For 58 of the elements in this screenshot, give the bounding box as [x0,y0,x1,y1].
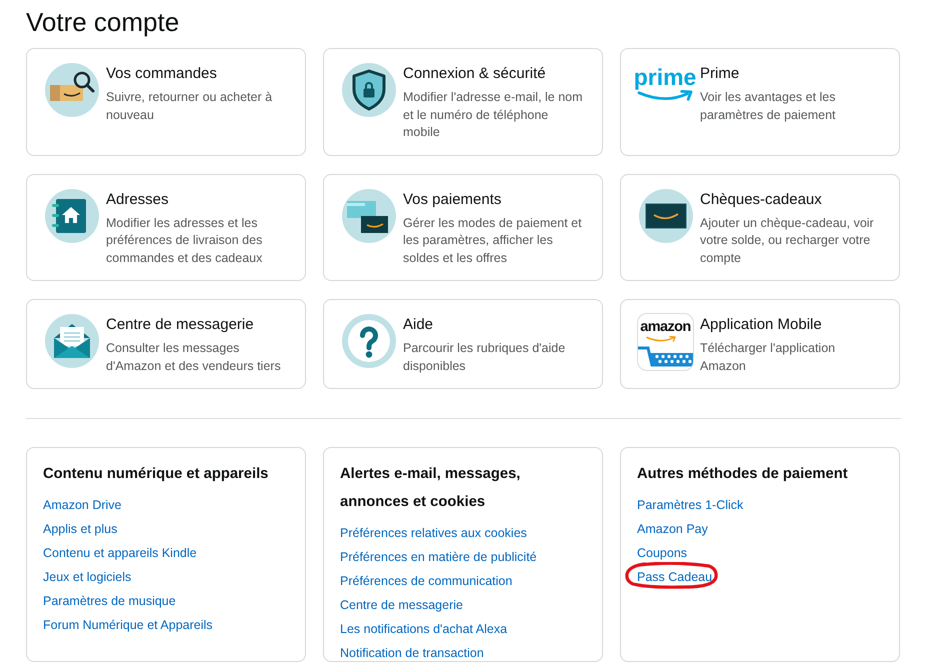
account-card[interactable]: Aide Parcourir les rubriques d'aide disponibles [323,299,603,389]
gift-card-icon [639,188,693,242]
account-card[interactable]: Adresses Modifier les adresses et les préférences de livraison des commandes et des cadeaux [26,174,306,281]
card-title: Centre de messagerie [106,315,255,335]
section-heading: Contenu numérique et appareils [43,465,270,484]
account-card[interactable]: Centre de messagerie Consulter les messages d'Amazon et des vendeurs tiers [26,299,306,389]
shield-lock-icon [342,63,396,117]
account-card[interactable]: Chèques-cadeaux Ajouter un chèque-cadeau, voir votre solde, ou recharger votre compte [620,174,900,281]
text-link[interactable]: Coupons [637,546,688,560]
package-search-icon [45,63,99,117]
card-description: Télécharger l'application Amazon [700,340,836,374]
text-link[interactable]: Paramètres de musique [43,594,176,608]
smile-arrow-icon [637,90,693,103]
text-link[interactable]: Amazon Drive [43,498,122,512]
page-title: Votre compte [26,6,180,39]
card-title: Vos paiements [403,190,502,210]
text-link[interactable]: Préférences en matière de publicité [340,550,537,564]
card-title: Vos commandes [106,64,218,84]
smile-arrow-icon [646,336,676,343]
card-title: Application Mobile [700,315,823,335]
logo-text: amazon [640,320,691,335]
text-link[interactable]: Jeux et logiciels [43,570,132,584]
text-link[interactable]: Applis et plus [43,522,118,536]
account-card[interactable]: Vos commandes Suivre, retourner ou acheter à nouveau [26,48,306,156]
card-description: Modifier l'adresse e-mail, le nom et le numéro de téléphone mobile [403,89,584,141]
card-title: Aide [403,315,434,335]
text-link[interactable]: Amazon Pay [637,522,708,536]
account-card[interactable]: amazon Application Mobile Télécharger l'application Amazon [620,299,900,389]
text-link[interactable]: Notification de transaction [340,646,484,660]
help-icon [342,314,396,368]
card-description: Gérer les modes de paiement et les paramètres, afficher les soldes et les offres [403,214,583,266]
cart-icon [638,345,693,367]
card-description: Consulter les messages d'Amazon et des vendeurs tiers [106,340,282,374]
logo-text: prime [634,65,696,89]
card-description: Modifier les adresses et les préférences de livraison des commandes et des cadeaux [106,214,264,266]
text-link[interactable]: Forum Numérique et Appareils [43,618,213,632]
text-link[interactable]: Préférences de communication [340,574,512,588]
card-title: Chèques-cadeaux [700,190,823,210]
card-description: Voir les avantages et les paramètres de paiement [700,89,836,124]
text-link[interactable]: Pass Cadeau [637,570,712,584]
text-link[interactable]: Centre de messagerie [340,598,463,612]
account-card[interactable]: Connexion & sécurité Modifier l'adresse e-mail, le nom et le numéro de téléphone mobile [323,48,603,156]
card-title: Prime [700,64,740,84]
payment-cards-icon [342,188,396,242]
card-description: Ajouter un chèque-cadeau, voir votre solde, ou recharger votre compte [700,214,875,267]
section-heading: Alertes e-mail, messages, annonces et cookies [340,465,522,512]
card-title: Adresses [106,190,170,210]
text-link[interactable]: Préférences relatives aux cookies [340,526,527,540]
text-link[interactable]: Les notifications d'achat Alexa [340,622,508,636]
address-book-icon [45,188,99,242]
card-description: Parcourir les rubriques d'aide disponibles [403,340,566,375]
text-link[interactable]: Paramètres 1-Click [637,498,744,512]
text-link[interactable]: Contenu et appareils Kindle [43,546,197,560]
account-card[interactable]: Vos paiements Gérer les modes de paiement et les paramètres, afficher les soldes et les offres [323,174,603,281]
section-heading: Autres méthodes de paiement [637,465,849,484]
card-description: Suivre, retourner ou acheter à nouveau [106,89,274,124]
envelope-icon [45,314,99,368]
card-title: Connexion & sécurité [403,64,547,84]
